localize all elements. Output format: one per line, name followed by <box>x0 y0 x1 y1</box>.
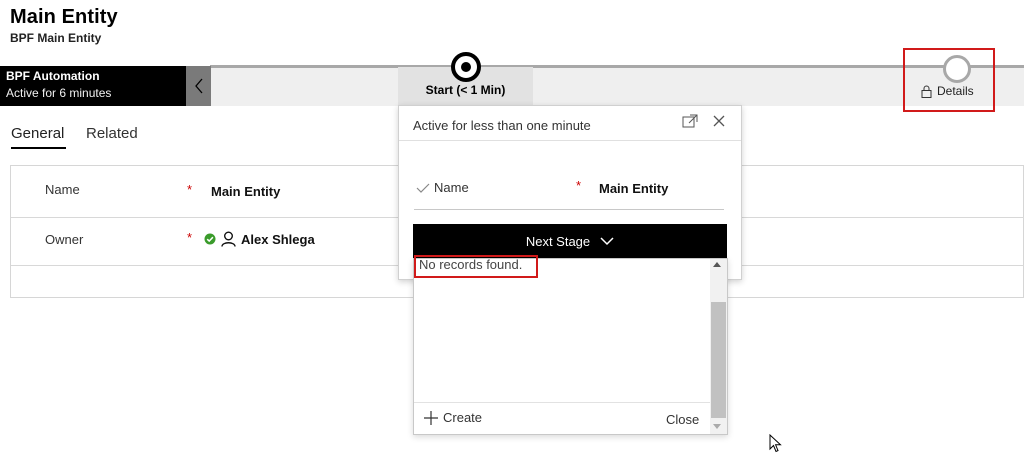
bpf-progress-line <box>210 65 1024 68</box>
tab-general[interactable]: General <box>11 125 64 142</box>
stage-step-value[interactable]: Main Entity <box>599 181 668 196</box>
checkmark-icon <box>416 183 430 193</box>
scrollbar-thumb[interactable] <box>711 302 726 418</box>
plus-icon <box>424 410 438 425</box>
scroll-down-arrow-icon[interactable] <box>713 424 721 429</box>
create-button[interactable]: Create <box>424 410 482 425</box>
page-title: Main Entity <box>10 6 118 28</box>
highlight-box-details <box>903 48 995 112</box>
highlight-box-no-records <box>414 255 538 278</box>
create-label: Create <box>443 410 483 425</box>
field-label-owner: Owner <box>45 232 84 247</box>
flyout-divider <box>399 140 741 141</box>
mouse-cursor-icon <box>769 433 783 454</box>
stage-label-start: Start (< 1 Min) <box>425 83 506 97</box>
status-available-icon <box>204 233 216 245</box>
page-subtitle: BPF Main Entity <box>10 31 102 45</box>
required-marker: * <box>576 178 582 193</box>
name-field-value[interactable]: Main Entity <box>211 184 280 199</box>
tab-related[interactable]: Related <box>86 125 138 142</box>
stage-flyout-status: Active for less than one minute <box>413 118 591 133</box>
lookup-dropdown <box>413 258 728 435</box>
close-button[interactable]: Close <box>666 412 699 427</box>
bpf-process-flyout[interactable]: BPF Automation Active for 6 minutes <box>0 66 186 106</box>
chevron-left-icon <box>194 78 202 94</box>
scroll-up-arrow-icon[interactable] <box>713 262 721 267</box>
next-stage-button[interactable]: Next Stage <box>413 224 727 259</box>
owner-name[interactable]: Alex Shlega <box>241 232 315 247</box>
next-stage-label: Next Stage <box>525 234 591 249</box>
stage-step-name: Name <box>416 180 469 195</box>
field-label-name: Name <box>45 182 80 197</box>
popout-icon[interactable] <box>682 114 698 133</box>
bpf-process-name: BPF Automation <box>6 69 100 83</box>
required-marker: * <box>187 230 193 245</box>
tab-selected-indicator <box>11 147 66 149</box>
stage-step-label: Name <box>434 180 469 195</box>
close-icon[interactable] <box>712 114 726 133</box>
active-stage-dot <box>461 62 471 72</box>
user-icon <box>221 231 236 247</box>
required-marker: * <box>187 182 193 197</box>
bpf-collapse-button[interactable] <box>186 66 211 106</box>
stage-step-underline <box>414 209 724 210</box>
bpf-process-status: Active for 6 minutes <box>6 86 112 100</box>
owner-field-value[interactable]: Alex Shlega <box>204 231 315 247</box>
chevron-down-icon <box>600 237 614 246</box>
dropdown-footer-divider <box>414 402 710 403</box>
